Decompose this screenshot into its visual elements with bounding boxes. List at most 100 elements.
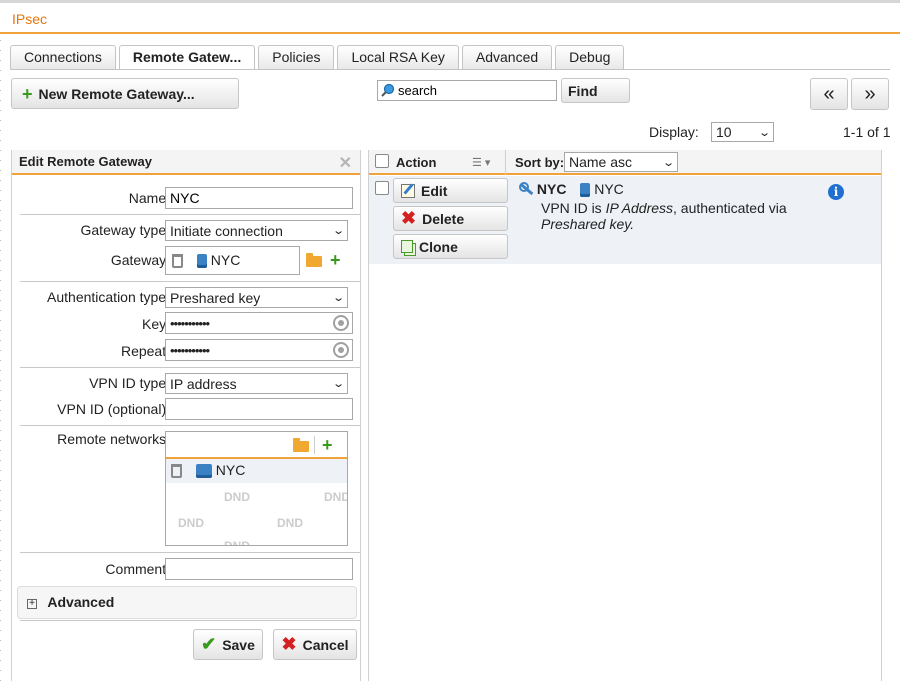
dnd-watermark: DND [224,539,250,546]
save-button[interactable]: ✔ Save [193,629,263,660]
gateway-type-value: Initiate connection [170,222,283,239]
action-column-header: Action [396,155,437,170]
cancel-button[interactable]: ✖ Cancel [273,629,357,660]
gateway-field[interactable]: NYC [165,246,300,275]
clone-icon [401,240,413,253]
sort-select[interactable]: Name asc ⌄ [564,152,678,172]
separator [20,552,360,553]
add-gateway-icon[interactable]: + [330,251,341,269]
select-all-checkbox[interactable] [375,154,389,168]
folder-icon[interactable] [306,253,322,267]
repeat-label: Repeat: [120,343,170,359]
tab-debug[interactable]: Debug [555,45,625,69]
repeat-input[interactable]: ••••••••••• [165,339,353,361]
delete-button[interactable]: ✖ Delete [393,206,508,231]
delete-x-icon: ✖ [401,208,417,228]
key-value: ••••••••••• [170,316,210,331]
trash-icon[interactable] [171,464,182,479]
vpn-id-type-label: VPN ID type: [89,375,170,391]
separator [20,281,360,282]
title-rule [0,32,900,34]
remote-network-name: NYC [215,462,246,478]
show-password-icon[interactable] [333,315,349,331]
plus-icon: + [22,83,33,104]
vpn-id-input[interactable] [165,398,353,420]
gateway-entry-description: VPN ID is IP Address, authenticated via … [541,200,841,232]
dnd-watermark: DND [324,490,348,504]
gateway-type-select[interactable]: Initiate connection ⌄ [165,220,348,241]
tab-advanced[interactable]: Advanced [461,45,553,69]
separator [20,367,360,368]
list-item[interactable]: NYC [166,459,347,483]
chevron-down-icon: ⌄ [661,156,675,169]
new-remote-gateway-button[interactable]: + New Remote Gateway... [11,78,239,109]
clone-button[interactable]: Clone [393,234,508,259]
edit-remote-gateway-panel: Edit Remote Gateway ✕ Name: Gateway type… [11,150,361,681]
find-button[interactable]: Find [561,78,630,103]
checkmark-icon: ✔ [201,634,217,654]
display-count-value: 10 [716,124,732,140]
add-network-icon[interactable]: + [322,436,333,454]
computer-icon [196,254,207,269]
display-count-select[interactable]: 10 ⌄ [711,122,774,142]
desc-mid: , authenticated via [673,200,787,216]
search-input[interactable] [377,80,557,101]
remote-networks-header: + [166,432,347,459]
gateway-label: Gateway: [110,252,170,268]
show-password-icon[interactable] [333,342,349,358]
comment-input[interactable] [165,558,353,580]
desc-end: . [630,216,635,232]
row-checkbox[interactable] [375,181,389,195]
key-input[interactable]: ••••••••••• [165,312,353,334]
chevron-down-icon: ⌄ [331,225,345,237]
gateway-value: NYC [210,252,241,268]
edit-button[interactable]: Edit [393,178,508,203]
vpn-id-type-value: IP address [170,375,237,392]
auth-type-select[interactable]: Preshared key ⌄ [165,287,348,308]
advanced-label: Advanced [47,594,115,610]
previous-page-button[interactable]: « [810,78,848,110]
separator [20,214,360,215]
remote-networks-box[interactable]: + NYC DND DND DND DND DND [165,431,348,546]
comment-label: Comment: [105,561,170,577]
list-header: Action ☰ ▾ Sort by: Name asc ⌄ [369,150,881,175]
tab-bar: Connections Remote Gatew... Policies Loc… [10,45,625,70]
tab-remote-gateways[interactable]: Remote Gatew... [118,45,256,70]
auth-type-label: Authentication type: [47,289,170,305]
advanced-section-toggle[interactable]: + Advanced [17,586,357,619]
chevron-down-icon: ⌄ [757,126,771,139]
cancel-x-icon: ✖ [281,634,297,654]
divider [505,150,506,175]
list-options-icon[interactable]: ☰ ▾ [472,156,490,169]
tabs-rule [10,69,890,70]
cancel-label: Cancel [302,636,349,653]
new-remote-gateway-label: New Remote Gateway... [38,85,195,102]
close-icon[interactable]: ✕ [339,153,352,173]
tab-local-rsa-key[interactable]: Local RSA Key [337,45,459,69]
gateway-tool-icon [519,182,533,196]
name-input[interactable] [165,187,353,209]
key-label: Key: [141,316,170,332]
vpn-id-type-select[interactable]: IP address ⌄ [165,373,348,394]
tab-connections[interactable]: Connections [10,45,116,69]
desc-auth: Preshared key [541,216,631,232]
expand-icon: + [27,599,37,609]
display-label: Display: [649,124,699,140]
divider [314,436,315,454]
table-row: Edit ✖ Delete Clone NYC NYC VPN ID is IP… [369,176,881,264]
folder-icon[interactable] [293,438,309,452]
remote-gateway-list: Action ☰ ▾ Sort by: Name asc ⌄ Edit ✖ De… [368,150,882,681]
gateway-entry-name: NYC [536,181,567,197]
left-edge [0,40,1,681]
save-label: Save [222,636,255,653]
top-strip [0,0,900,3]
next-page-button[interactable]: » [851,78,889,110]
computer-icon [580,183,591,198]
info-icon[interactable]: i [828,184,844,200]
trash-icon[interactable] [172,254,183,269]
edit-icon [401,183,415,198]
tab-policies[interactable]: Policies [258,45,335,69]
panel-title: Edit Remote Gateway [19,154,152,169]
delete-label: Delete [422,210,465,227]
name-label: Name: [128,190,170,206]
